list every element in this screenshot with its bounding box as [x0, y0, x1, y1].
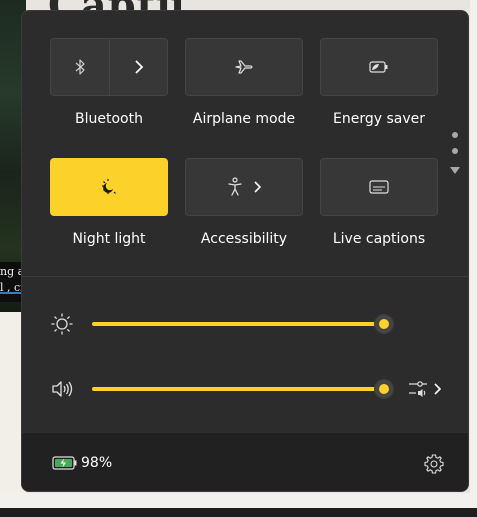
chevron-right-icon	[133, 60, 145, 74]
bluetooth-expand-button[interactable]	[110, 39, 168, 95]
background-right-edge	[470, 0, 477, 517]
page-indicator-dot-1[interactable]	[452, 132, 458, 138]
audio-output-icon	[407, 378, 429, 400]
night-light-label: Night light	[72, 231, 146, 247]
volume-slider-track[interactable]	[92, 387, 382, 391]
airplane-mode-label: Airplane mode	[192, 111, 296, 127]
brightness-icon	[50, 312, 74, 336]
gear-icon	[423, 453, 445, 475]
battery-status[interactable]	[52, 453, 78, 473]
energy-saver-label: Energy saver	[333, 111, 425, 127]
energy-saver-tile[interactable]	[320, 38, 438, 96]
accessibility-icon	[227, 177, 243, 197]
settings-button[interactable]	[423, 453, 445, 475]
volume-icon[interactable]	[50, 377, 74, 401]
bluetooth-tile	[50, 38, 168, 96]
audio-output-button[interactable]	[407, 376, 443, 402]
energy-saver-icon	[368, 60, 390, 74]
airplane-icon	[234, 58, 254, 76]
live-captions-label: Live captions	[332, 231, 426, 247]
battery-charging-icon	[52, 455, 78, 471]
brightness-slider-track[interactable]	[92, 322, 382, 326]
night-light-icon	[99, 177, 119, 197]
quick-settings-panel: Bluetooth Airplane mode Energy saver Nig…	[21, 10, 469, 492]
brightness-slider-thumb[interactable]	[374, 314, 394, 334]
divider	[22, 276, 468, 277]
volume-slider-thumb[interactable]	[374, 379, 394, 399]
bluetooth-icon	[72, 58, 88, 76]
live-captions-icon	[368, 179, 390, 195]
quick-settings-footer: 98%	[22, 432, 468, 491]
accessibility-label: Accessibility	[200, 231, 288, 247]
live-captions-tile[interactable]	[320, 158, 438, 216]
bluetooth-toggle[interactable]	[51, 39, 110, 95]
brightness-slider-row	[22, 309, 468, 339]
chevron-right-icon	[253, 181, 261, 193]
chevron-down-icon[interactable]	[450, 167, 460, 174]
taskbar-edge	[0, 508, 477, 517]
page-indicator-dot-2[interactable]	[452, 148, 458, 154]
accessibility-tile[interactable]	[185, 158, 303, 216]
chevron-right-icon	[433, 383, 441, 395]
airplane-mode-tile[interactable]	[185, 38, 303, 96]
night-light-tile[interactable]	[50, 158, 168, 216]
bluetooth-label: Bluetooth	[75, 111, 143, 127]
volume-slider-row	[22, 374, 468, 404]
battery-percentage: 98%	[81, 455, 113, 471]
